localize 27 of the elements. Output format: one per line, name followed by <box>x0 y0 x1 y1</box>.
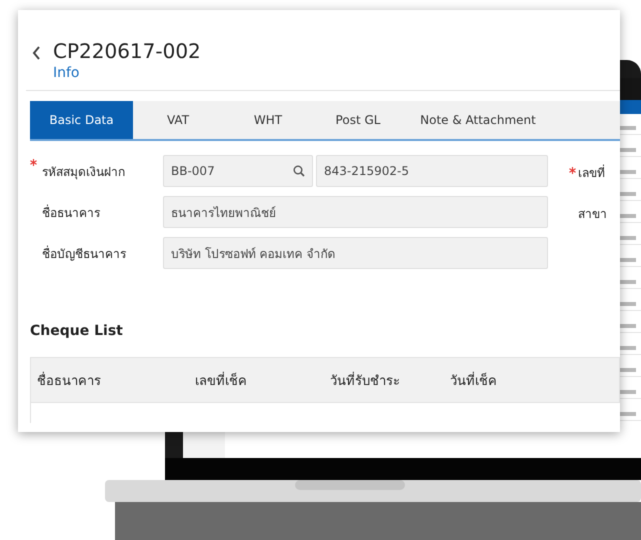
column-header: เลขที่เช็ค <box>195 370 248 390</box>
column-header: ชื่อธนาคาร <box>37 370 102 390</box>
column-header: วันที่รับชำระ <box>330 370 401 390</box>
field-value: บริษัท โปรซอฟท์ คอมเทค จำกัด <box>171 246 336 262</box>
search-icon[interactable] <box>293 165 305 177</box>
section-title: Cheque List <box>30 323 124 339</box>
back-chevron-icon[interactable] <box>32 46 41 60</box>
input-field[interactable]: BB-007 <box>163 155 313 187</box>
field-value: ธนาคารไทยพาณิชย์ <box>171 204 276 222</box>
tab[interactable]: Post GL <box>313 101 403 139</box>
field-label: ชื่อธนาคาร <box>42 204 101 222</box>
column-header: วันที่เช็ค <box>450 370 498 390</box>
field-label: สาขา <box>578 206 607 223</box>
field-label: ชื่อบัญชีธนาคาร <box>42 244 127 262</box>
field-label: เลขที่ <box>578 164 605 182</box>
field-value: 843-215902-5 <box>324 164 410 178</box>
tab[interactable]: Note & Attachment <box>403 101 553 139</box>
tab[interactable]: WHT <box>223 101 313 139</box>
info-link[interactable]: Info <box>53 64 201 82</box>
input-field[interactable]: 843-215902-5 <box>316 155 548 187</box>
document-title: CP220617-002 <box>53 38 201 64</box>
field-value: BB-007 <box>171 164 215 178</box>
tab[interactable]: Basic Data <box>30 101 133 139</box>
tab[interactable]: VAT <box>133 101 223 139</box>
input-field[interactable]: บริษัท โปรซอฟท์ คอมเทค จำกัด <box>163 237 548 269</box>
input-field[interactable]: ธนาคารไทยพาณิชย์ <box>163 196 548 228</box>
field-label: รหัสสมุดเงินฝาก <box>42 164 126 180</box>
